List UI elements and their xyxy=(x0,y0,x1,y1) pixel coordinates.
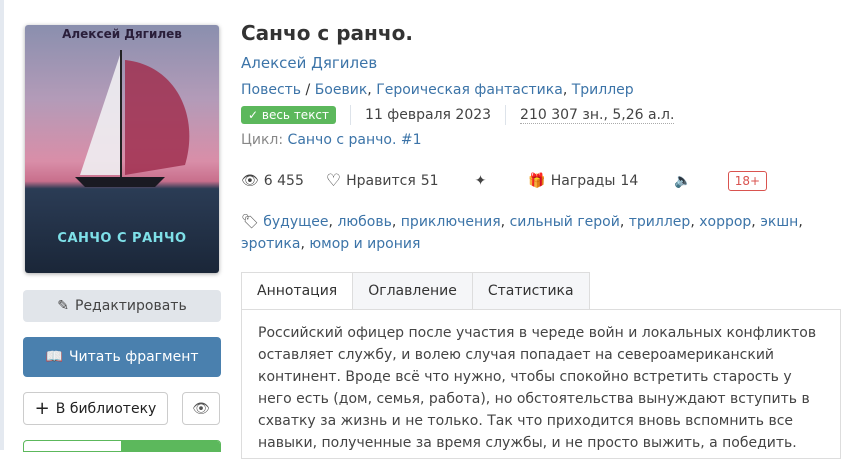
eye-icon: 👁 xyxy=(241,173,259,189)
tags: 🏷 будущее, любовь, приключения, сильный … xyxy=(241,214,803,252)
gift-icon: 🎁 xyxy=(528,173,546,189)
genre-link[interactable]: Героическая фантастика xyxy=(376,82,563,98)
status-badge: ✓ весь текст xyxy=(241,106,337,124)
sparkles-icon[interactable]: ✦ xyxy=(475,173,487,189)
book-size: 210 307 зн., 5,26 а.л. xyxy=(520,106,675,124)
cover-title: САНЧО С РАНЧО xyxy=(57,231,187,246)
eye-icon: 👁 xyxy=(192,400,210,417)
page-edge xyxy=(0,0,4,450)
watch-button[interactable]: 👁 xyxy=(182,392,220,425)
age-rating-badge: 18+ xyxy=(727,171,768,191)
genres: Повесть / Боевик, Героическая фантастика… xyxy=(241,82,634,98)
tag-link[interactable]: триллер xyxy=(629,214,691,230)
awards-button[interactable]: 🎁 Награды 14 xyxy=(528,173,638,189)
awards-label: Награды xyxy=(550,173,616,189)
stats-bar: 👁 6 455 ♡ Нравится 51 ✦ 🎁 Награды 14 🔈 18+ xyxy=(241,171,768,191)
book-meta: ✓ весь текст 11 февраля 2023 210 307 зн.… xyxy=(241,105,675,125)
plus-icon: + xyxy=(34,398,50,419)
views-count: 6 455 xyxy=(263,173,304,189)
tag-link[interactable]: экшн xyxy=(760,214,798,230)
form-link[interactable]: Повесть xyxy=(241,82,301,98)
heart-icon: ♡ xyxy=(325,171,342,191)
tag-link[interactable]: юмор и ирония xyxy=(309,236,420,252)
tab-statistics[interactable]: Статистика xyxy=(471,272,590,310)
read-label: Читать фрагмент xyxy=(68,349,199,365)
tag-link[interactable]: приключения xyxy=(401,214,501,230)
tag-link[interactable]: сильный герой xyxy=(510,214,620,230)
cover-author: Алексей Дягилев xyxy=(62,27,182,41)
awards-count: 14 xyxy=(620,173,639,189)
book-title: Санчо с ранчо. xyxy=(241,21,413,45)
edit-button[interactable]: ✎ Редактировать xyxy=(23,290,221,322)
cycle-link[interactable]: Санчо с ранчо. #1 xyxy=(288,132,422,148)
publish-date: 11 февраля 2023 xyxy=(365,107,492,123)
add-to-library-button[interactable]: + В библиотеку xyxy=(23,392,168,425)
author-link[interactable]: Алексей Дягилев xyxy=(241,54,377,72)
tag-link[interactable]: любовь xyxy=(337,214,391,230)
views: 👁 6 455 xyxy=(241,173,304,189)
like-button[interactable]: ♡ Нравится 51 xyxy=(326,171,439,191)
tag-link[interactable]: хоррор xyxy=(699,214,751,230)
purchase-button-group[interactable] xyxy=(23,440,221,452)
cycle: Цикл: Санчо с ранчо. #1 xyxy=(241,132,421,148)
book-cover[interactable]: Алексей Дягилев САНЧО С РАНЧО xyxy=(25,25,219,273)
likes-label: Нравится xyxy=(346,173,416,189)
cycle-label: Цикл: xyxy=(241,132,284,148)
tag-icon: 🏷 xyxy=(241,214,259,230)
library-label: В библиотеку xyxy=(55,400,157,417)
likes-count: 51 xyxy=(420,173,439,189)
annotation-panel: Российский офицер после участия в череде… xyxy=(241,309,841,459)
tag-link[interactable]: эротика xyxy=(241,236,300,252)
pencil-icon: ✎ xyxy=(57,298,69,314)
read-fragment-button[interactable]: 📖 Читать фрагмент xyxy=(23,337,221,377)
speaker-icon[interactable]: 🔈 xyxy=(674,173,691,189)
tab-annotation[interactable]: Аннотация xyxy=(241,272,354,310)
edit-label: Редактировать xyxy=(75,298,187,314)
tab-contents[interactable]: Оглавление xyxy=(352,272,473,310)
genre-link[interactable]: Боевик xyxy=(315,82,368,98)
genre-link[interactable]: Триллер xyxy=(572,82,634,98)
status-text: весь текст xyxy=(261,108,330,122)
tabs: Аннотация Оглавление Статистика xyxy=(241,272,590,310)
tag-link[interactable]: будущее xyxy=(263,214,328,230)
book-open-icon: 📖 xyxy=(45,349,63,365)
